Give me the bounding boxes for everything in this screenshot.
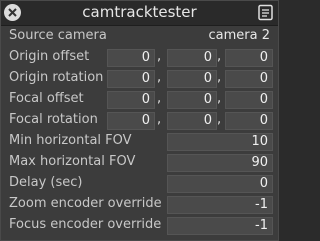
delay-label: Delay (sec) xyxy=(9,175,83,190)
separator: , xyxy=(217,49,222,64)
focal-rotation-z-field[interactable]: 0 xyxy=(225,112,273,130)
min-horizontal-fov-field[interactable]: 10 xyxy=(167,133,273,151)
focal-offset-z-field[interactable]: 0 xyxy=(225,91,273,109)
source-camera-label: Source camera xyxy=(9,28,107,43)
separator: , xyxy=(157,49,162,64)
window-title: camtracktester xyxy=(82,3,197,21)
origin-offset-z-field[interactable]: 0 xyxy=(225,49,273,67)
row-origin-offset: Origin offset 0 , 0 , 0 xyxy=(1,48,278,69)
source-camera-value[interactable]: camera 2 xyxy=(209,28,271,43)
row-focal-rotation: Focal rotation 0 , 0 , 0 xyxy=(1,111,278,132)
focal-rotation-x-field[interactable]: 0 xyxy=(107,112,155,130)
separator: , xyxy=(217,112,222,127)
focal-rotation-y-field[interactable]: 0 xyxy=(167,112,217,130)
origin-rotation-label: Origin rotation xyxy=(9,70,104,85)
save-icon[interactable] xyxy=(257,4,274,21)
separator: , xyxy=(217,70,222,85)
focal-rotation-label: Focal rotation xyxy=(9,112,98,127)
separator: , xyxy=(157,70,162,85)
title-bar: camtracktester xyxy=(1,1,278,26)
row-focus-encoder-override: Focus encoder override -1 xyxy=(1,216,278,237)
row-source-camera: Source camera camera 2 xyxy=(1,27,278,48)
max-horizontal-fov-label: Max horizontal FOV xyxy=(9,154,136,169)
focus-encoder-override-field[interactable]: -1 xyxy=(167,217,273,235)
separator: , xyxy=(157,91,162,106)
min-horizontal-fov-label: Min horizontal FOV xyxy=(9,133,132,148)
max-horizontal-fov-field[interactable]: 90 xyxy=(167,154,273,172)
row-zoom-encoder-override: Zoom encoder override -1 xyxy=(1,195,278,216)
origin-offset-y-field[interactable]: 0 xyxy=(167,49,217,67)
origin-offset-x-field[interactable]: 0 xyxy=(107,49,155,67)
origin-rotation-z-field[interactable]: 0 xyxy=(225,70,273,88)
row-min-horizontal-fov: Min horizontal FOV 10 xyxy=(1,132,278,153)
parameter-panel: Source camera camera 2 Origin offset 0 ,… xyxy=(1,26,278,240)
camtracktester-window: camtracktester Source camera camera 2 Or… xyxy=(0,0,279,241)
separator: , xyxy=(217,91,222,106)
focal-offset-label: Focal offset xyxy=(9,91,84,106)
focal-offset-x-field[interactable]: 0 xyxy=(107,91,155,109)
row-origin-rotation: Origin rotation 0 , 0 , 0 xyxy=(1,69,278,90)
focal-offset-y-field[interactable]: 0 xyxy=(167,91,217,109)
row-delay: Delay (sec) 0 xyxy=(1,174,278,195)
focus-encoder-override-label: Focus encoder override xyxy=(9,217,162,232)
origin-rotation-y-field[interactable]: 0 xyxy=(167,70,217,88)
origin-rotation-x-field[interactable]: 0 xyxy=(107,70,155,88)
origin-offset-label: Origin offset xyxy=(9,49,90,64)
delay-field[interactable]: 0 xyxy=(167,175,273,193)
zoom-encoder-override-field[interactable]: -1 xyxy=(167,196,273,214)
separator: , xyxy=(157,112,162,127)
row-max-horizontal-fov: Max horizontal FOV 90 xyxy=(1,153,278,174)
row-focal-offset: Focal offset 0 , 0 , 0 xyxy=(1,90,278,111)
zoom-encoder-override-label: Zoom encoder override xyxy=(9,196,162,211)
